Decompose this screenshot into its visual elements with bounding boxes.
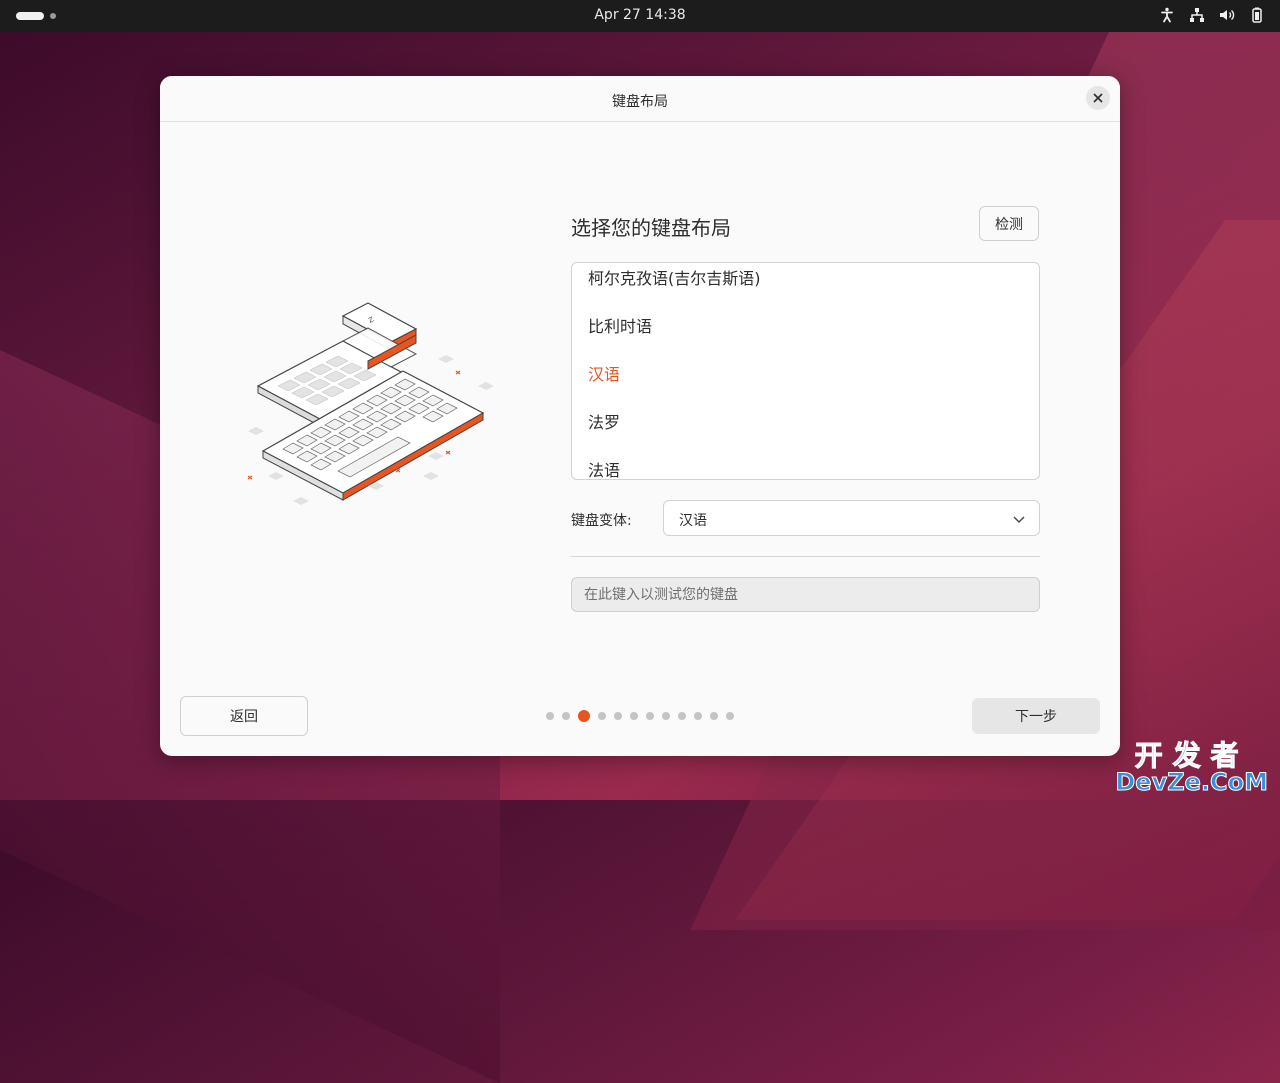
volume-icon[interactable] [1218,6,1236,24]
progress-dot [630,712,638,720]
next-button[interactable]: 下一步 [972,698,1100,734]
progress-dot [562,712,570,720]
close-button[interactable] [1086,86,1110,110]
keyboard-illustration: Z [248,302,494,505]
progress-dot [598,712,606,720]
variant-selected-value: 汉语 [679,513,707,529]
list-item[interactable]: 柯尔克孜语(吉尔吉斯语) [588,265,761,289]
variant-label: 键盘变体: [571,513,632,529]
keyboard-layout-list[interactable]: 柯尔克孜语(吉尔吉斯语) 比利时语 汉语 法罗 法语 [571,262,1040,480]
system-tray[interactable] [1158,6,1266,24]
progress-dot [546,712,554,720]
dialog-header: 键盘布局 [160,76,1120,122]
clock[interactable]: Apr 27 14:38 [0,7,1280,23]
back-button[interactable]: 返回 [180,696,308,736]
progress-dot [678,712,686,720]
keyboard-layout-dialog: 键盘布局 Z 选择您的键盘布局 检测 柯尔克孜语(吉尔吉斯语) 比利时语 汉语 … [160,76,1120,756]
list-item[interactable]: 法语 [588,457,620,479]
progress-dot [710,712,718,720]
progress-dot [694,712,702,720]
progress-dot-current [578,710,590,722]
divider [571,556,1040,557]
watermark-line2: DevZe.CoM [1115,768,1269,797]
variant-dropdown[interactable]: 汉语 [663,500,1040,536]
progress-dots [546,710,734,722]
list-item[interactable]: 法罗 [588,409,620,433]
network-icon[interactable] [1188,6,1206,24]
accessibility-icon[interactable] [1158,6,1176,24]
progress-dot [646,712,654,720]
watermark: 开发者 DevZe.CoM [1115,734,1269,797]
progress-dot [662,712,670,720]
dialog-title: 键盘布局 [612,94,668,110]
list-item[interactable]: 比利时语 [588,313,652,337]
top-bar: Apr 27 14:38 [0,0,1280,32]
section-heading: 选择您的键盘布局 [571,216,731,240]
close-icon [1093,93,1103,103]
chevron-down-icon [1013,516,1025,523]
list-item-selected[interactable]: 汉语 [588,361,620,385]
keyboard-test-input[interactable] [571,577,1040,612]
progress-dot [614,712,622,720]
progress-dot [726,712,734,720]
detect-button[interactable]: 检测 [979,206,1039,241]
battery-icon[interactable] [1248,6,1266,24]
